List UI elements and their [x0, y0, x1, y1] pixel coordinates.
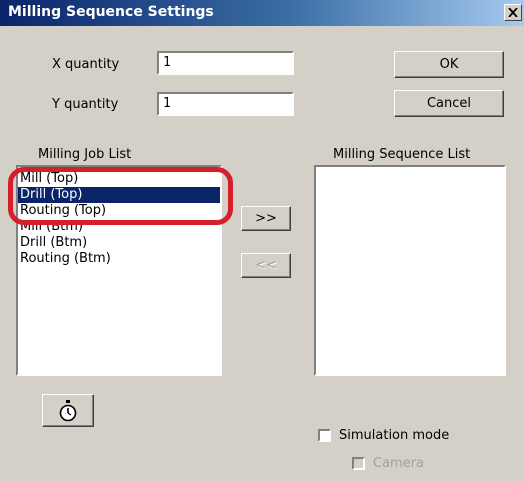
milling-sequence-dialog: Milling Sequence Settings X quantity 1 Y… [0, 0, 524, 481]
simulation-mode-label: Simulation mode [339, 428, 450, 443]
milling-sequence-list[interactable] [314, 165, 506, 376]
camera-label: Camera [373, 456, 425, 471]
milling-sequence-list-heading: Milling Sequence List [333, 147, 471, 162]
camera-checkbox[interactable] [352, 457, 365, 470]
list-item[interactable]: Mill (Top) [18, 171, 220, 187]
milling-job-list-heading: Milling Job List [38, 147, 132, 162]
list-item[interactable]: Drill (Btm) [18, 235, 220, 251]
milling-job-list[interactable]: Mill (Top) Drill (Top) Routing (Top) Mil… [16, 165, 222, 376]
y-quantity-input[interactable]: 1 [157, 92, 294, 116]
dialog-title: Milling Sequence Settings [8, 4, 214, 20]
close-button[interactable] [504, 4, 522, 21]
close-icon [508, 8, 518, 17]
x-quantity-label: X quantity [52, 57, 120, 72]
list-item[interactable]: Routing (Top) [18, 203, 220, 219]
list-item[interactable]: Routing (Btm) [18, 251, 220, 267]
list-item[interactable]: Mill (Btm) [18, 219, 220, 235]
add-to-sequence-button[interactable]: >> [241, 206, 291, 231]
simulation-mode-checkbox[interactable] [318, 429, 331, 442]
cancel-button[interactable]: Cancel [394, 90, 504, 117]
timer-button[interactable] [42, 394, 94, 427]
ok-button[interactable]: OK [394, 51, 504, 78]
y-quantity-label: Y quantity [52, 97, 119, 112]
stopwatch-icon [59, 400, 77, 422]
list-item-selected[interactable]: Drill (Top) [18, 187, 220, 203]
x-quantity-input[interactable]: 1 [157, 51, 294, 75]
remove-from-sequence-button[interactable]: << [241, 253, 291, 278]
title-bar[interactable]: Milling Sequence Settings [0, 0, 524, 26]
